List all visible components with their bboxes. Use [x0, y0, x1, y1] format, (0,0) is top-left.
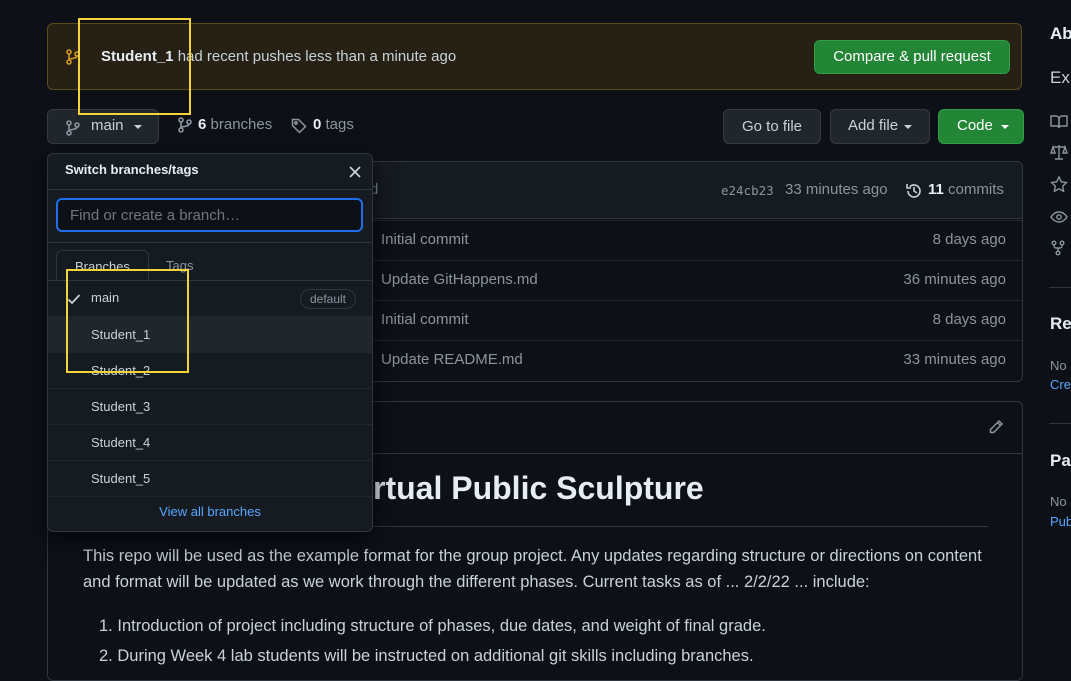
file-commit-message[interactable]: Initial commit — [381, 231, 469, 248]
push-message-text: had recent pushes less than a minute ago — [177, 48, 457, 65]
divider — [48, 189, 372, 190]
about-heading: Ab — [1050, 24, 1071, 43]
divider — [1049, 287, 1071, 288]
eye-icon — [1050, 209, 1068, 225]
push-banner: Student_1 had recent pushes less than a … — [47, 23, 1022, 90]
readme-paragraph: This repo will be used as the example fo… — [83, 547, 982, 591]
readme-list-item: 1. Introduction of project including str… — [99, 617, 766, 635]
pencil-icon[interactable] — [988, 419, 1004, 435]
commit-time: 33 minutes ago — [785, 181, 888, 198]
branches-label: branches — [210, 116, 273, 133]
file-commit-time: 8 days ago — [932, 231, 1006, 248]
commits-label: commits — [948, 181, 1004, 198]
go-to-file-button[interactable]: Go to file — [723, 109, 821, 144]
chevron-down-icon — [134, 125, 142, 129]
fork-icon — [1050, 240, 1068, 256]
packages-heading[interactable]: Pa — [1050, 451, 1071, 471]
create-release-link[interactable]: Cre — [1050, 377, 1071, 392]
branches-count: 6 — [198, 116, 207, 133]
branch-item-student-5[interactable]: Student_5 — [48, 461, 372, 497]
tags-count: 0 — [313, 116, 322, 133]
readme-list-item-text: Introduction of project including struct… — [117, 617, 766, 635]
tag-icon — [291, 118, 307, 134]
branch-item-student-3[interactable]: Student_3 — [48, 389, 372, 425]
branch-name: Student_3 — [91, 399, 151, 414]
chevron-down-icon — [904, 125, 912, 129]
branch-icon — [178, 117, 192, 133]
file-commit-message[interactable]: Update GitHappens.md — [381, 271, 538, 288]
highlight-box — [66, 269, 189, 373]
readme-title: rtual Public Sculpture — [373, 470, 704, 506]
file-commit-message[interactable]: Initial commit — [381, 311, 469, 328]
add-file-button[interactable]: Add file — [830, 109, 930, 144]
tags-label: tags — [325, 116, 354, 133]
view-all-branches-link[interactable]: View all branches — [48, 504, 372, 519]
law-icon — [1050, 144, 1068, 160]
branch-icon — [66, 120, 80, 136]
file-commit-message[interactable]: Update README.md — [381, 351, 523, 368]
file-commit-time: 8 days ago — [932, 311, 1006, 328]
branch-name: Student_5 — [91, 471, 151, 486]
file-commit-time: 33 minutes ago — [903, 351, 1006, 368]
close-icon[interactable] — [346, 163, 364, 181]
commits-count: 11 — [928, 181, 944, 198]
chevron-down-icon — [1001, 125, 1009, 129]
highlight-box — [78, 18, 191, 115]
divider — [48, 242, 372, 243]
readme-title-divider — [373, 526, 988, 527]
dropdown-title: Switch branches/tags — [65, 162, 199, 177]
code-label: Code — [957, 117, 993, 134]
branch-search-input[interactable] — [56, 198, 363, 232]
compare-pull-request-button[interactable]: Compare & pull request — [814, 40, 1010, 74]
releases-heading[interactable]: Re — [1050, 314, 1071, 334]
commits-link[interactable]: 11 commits — [928, 181, 1004, 198]
file-commit-time: 36 minutes ago — [903, 271, 1006, 288]
packages-text: No — [1050, 494, 1067, 509]
divider — [1049, 423, 1071, 424]
commit-sha[interactable]: e24cb23 — [721, 183, 774, 198]
current-branch-label: main — [91, 117, 124, 134]
releases-text: No — [1050, 358, 1067, 373]
star-icon — [1050, 176, 1068, 192]
default-badge: default — [300, 289, 356, 309]
readme-list-item-text: During Week 4 lab students will be instr… — [117, 647, 754, 665]
readme-list-item: 2. During Week 4 lab students will be in… — [99, 647, 754, 665]
publish-package-link[interactable]: Pub — [1050, 514, 1071, 529]
add-file-label: Add file — [848, 117, 899, 134]
branch-item-student-4[interactable]: Student_4 — [48, 425, 372, 461]
branch-name: Student_4 — [91, 435, 151, 450]
about-description: Ex — [1050, 68, 1070, 87]
history-icon — [905, 182, 923, 200]
book-icon — [1050, 114, 1068, 130]
code-button[interactable]: Code — [938, 109, 1024, 144]
